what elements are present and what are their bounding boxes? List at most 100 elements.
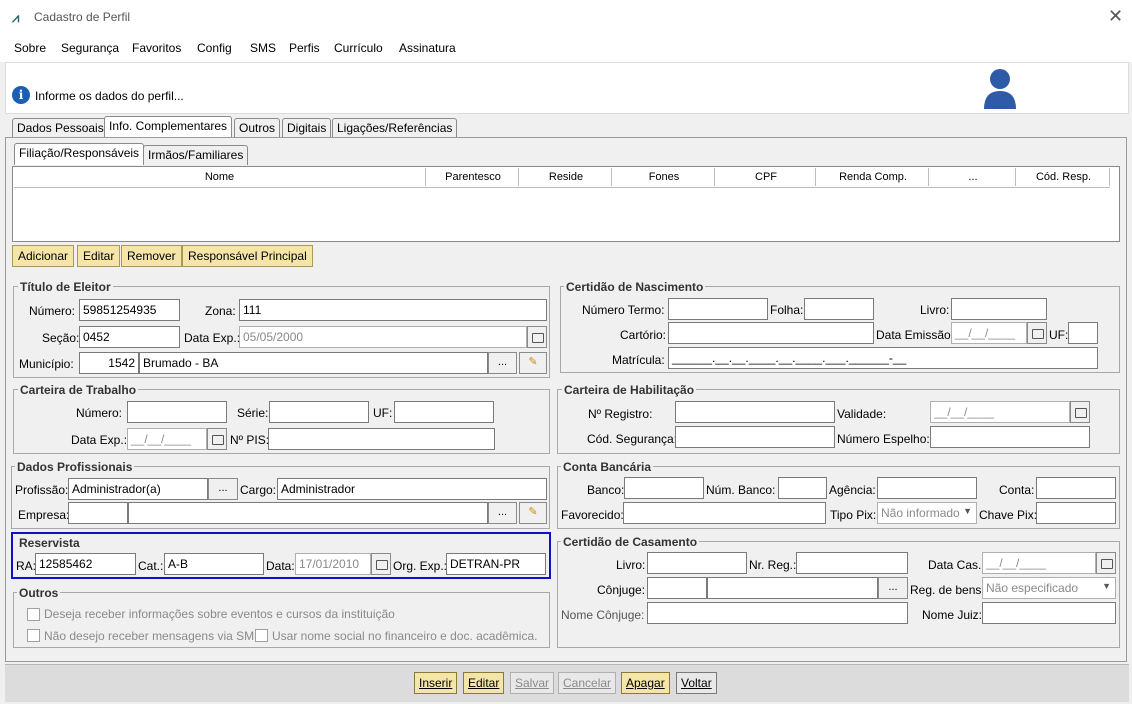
- reservista-title: Reservista: [19, 536, 80, 550]
- cn-livro-input[interactable]: [951, 298, 1047, 320]
- remover-button[interactable]: Remover: [121, 245, 182, 267]
- cb-num-banco-input[interactable]: [778, 477, 827, 499]
- cn-uf-input[interactable]: [1068, 322, 1098, 344]
- cn-matricula-input[interactable]: ______.__.__.____.__.____.___.______-__: [668, 347, 1098, 369]
- cb-banco-label: Banco:: [587, 483, 625, 497]
- dp-profissao-ellipsis-button[interactable]: ...: [208, 478, 238, 500]
- tab-ligacoes-referencias[interactable]: Ligações/Referências: [332, 118, 458, 138]
- menu-curriculo[interactable]: Currículo: [334, 41, 383, 55]
- ct-pis-input[interactable]: [268, 428, 495, 450]
- inserir-button[interactable]: Inserir: [414, 672, 458, 694]
- menu-sms[interactable]: SMS: [250, 41, 276, 55]
- menu-favoritos[interactable]: Favoritos: [132, 41, 181, 55]
- opt-nome-social-checkbox[interactable]: [255, 629, 268, 642]
- ch-espelho-input[interactable]: [930, 426, 1090, 448]
- te-municipio-ellipsis-button[interactable]: ...: [488, 352, 517, 374]
- cc-nome-conjuge-label: Nome Cônjuge:: [561, 608, 645, 622]
- close-icon[interactable]: ✕: [1108, 6, 1123, 27]
- te-municipio-nome[interactable]: Brumado - BA: [139, 352, 488, 374]
- dp-empresa-codigo[interactable]: [68, 502, 128, 524]
- menu-config[interactable]: Config: [197, 41, 232, 55]
- col-renda[interactable]: Renda Comp.: [818, 168, 929, 186]
- cc-nr-reg-input[interactable]: [796, 552, 908, 574]
- col-reside[interactable]: Reside: [521, 168, 612, 186]
- cb-favorecido-input[interactable]: [623, 502, 826, 524]
- te-numero-input[interactable]: 59851254935: [79, 299, 180, 321]
- cc-conjuge-codigo[interactable]: [647, 577, 707, 599]
- opt-eventos-checkbox[interactable]: [27, 608, 40, 621]
- col-ellipsis[interactable]: ...: [931, 168, 1016, 186]
- col-cod-resp[interactable]: Cód. Resp.: [1018, 168, 1110, 186]
- cc-conjuge-ellipsis-button[interactable]: ...: [878, 577, 908, 599]
- ct-serie-input[interactable]: [269, 401, 369, 423]
- menu-seguranca[interactable]: Segurança: [61, 41, 119, 55]
- cn-calendar-icon[interactable]: [1027, 322, 1047, 344]
- editar-grid-button[interactable]: Editar: [77, 245, 121, 267]
- info-icon: i: [12, 86, 30, 104]
- menu-perfis[interactable]: Perfis: [289, 41, 320, 55]
- menu-sobre[interactable]: Sobre: [14, 41, 46, 55]
- subtab-irmaos[interactable]: Irmãos/Familiares: [143, 145, 249, 165]
- col-nome[interactable]: Nome: [14, 168, 426, 186]
- subtab-filiacao[interactable]: Filiação/Responsáveis: [14, 143, 145, 165]
- tab-outros[interactable]: Outros: [234, 118, 281, 138]
- te-zona-input[interactable]: 111: [239, 299, 547, 321]
- cc-calendar-icon[interactable]: [1096, 552, 1116, 574]
- rs-calendar-icon[interactable]: [371, 553, 391, 575]
- tab-digitais[interactable]: Digitais: [282, 118, 332, 138]
- te-municipio-codigo[interactable]: 1542: [79, 352, 139, 374]
- ch-validade-input[interactable]: __/__/____: [930, 401, 1070, 423]
- ct-serie-label: Série:: [237, 406, 269, 420]
- cc-data-cas-input[interactable]: __/__/____: [982, 552, 1096, 574]
- col-parentesco[interactable]: Parentesco: [428, 168, 519, 186]
- opt-sms-checkbox[interactable]: [27, 629, 40, 642]
- dp-profissao-input[interactable]: Administrador(a): [68, 478, 208, 500]
- rs-data-input[interactable]: 17/01/2010: [295, 553, 371, 575]
- cc-conjuge-nome[interactable]: [707, 577, 878, 599]
- dp-empresa-nome[interactable]: [128, 502, 488, 524]
- te-calendar-icon[interactable]: [527, 326, 547, 348]
- col-cpf[interactable]: CPF: [717, 168, 816, 186]
- responsavel-principal-button[interactable]: Responsável Principal: [182, 245, 313, 267]
- cc-livro-input[interactable]: [647, 552, 747, 574]
- cb-conta-input[interactable]: [1036, 477, 1116, 499]
- ct-uf-input[interactable]: [394, 401, 494, 423]
- col-fones[interactable]: Fones: [614, 168, 715, 186]
- salvar-button[interactable]: Salvar: [510, 672, 555, 694]
- cancelar-button[interactable]: Cancelar: [558, 672, 617, 694]
- menu-assinatura[interactable]: Assinatura: [399, 41, 456, 55]
- cb-banco-input[interactable]: [624, 477, 704, 499]
- tab-info-complementares[interactable]: Info. Complementares: [104, 116, 233, 138]
- ch-seguranca-input[interactable]: [675, 426, 835, 448]
- rs-cat-input[interactable]: A-B: [164, 553, 264, 575]
- adicionar-button[interactable]: Adicionar: [12, 245, 75, 267]
- te-municipio-edit-icon[interactable]: ✎: [519, 352, 547, 374]
- te-data-exp-input[interactable]: 05/05/2000: [239, 326, 527, 348]
- apagar-button[interactable]: Apagar: [621, 672, 670, 694]
- te-secao-input[interactable]: 0452: [79, 326, 180, 348]
- editar-button[interactable]: Editar: [463, 672, 505, 694]
- ct-calendar-icon[interactable]: [207, 428, 227, 450]
- dp-empresa-edit-icon[interactable]: ✎: [519, 502, 547, 524]
- tab-dados-pessoais[interactable]: Dados Pessoais: [12, 118, 109, 138]
- cc-reg-bens-select[interactable]: Não especificado ▼: [982, 577, 1116, 599]
- ct-data-exp-input[interactable]: __/__/____: [127, 428, 207, 450]
- dp-empresa-ellipsis-button[interactable]: ...: [488, 502, 517, 524]
- cb-chave-pix-input[interactable]: [1036, 502, 1116, 524]
- responsaveis-grid[interactable]: Nome Parentesco Reside Fones CPF Renda C…: [12, 166, 1120, 242]
- cc-nome-conjuge-input[interactable]: [647, 602, 908, 624]
- cn-folha-input[interactable]: [804, 298, 874, 320]
- cn-data-emissao-input[interactable]: __/__/____: [951, 322, 1027, 344]
- rs-ra-input[interactable]: 12585462: [35, 553, 136, 575]
- ch-registro-input[interactable]: [675, 401, 835, 423]
- rs-org-input[interactable]: DETRAN-PR: [446, 553, 546, 575]
- ct-numero-input[interactable]: [127, 401, 227, 423]
- cn-cartorio-input[interactable]: [668, 322, 874, 344]
- cb-tipo-pix-select[interactable]: Não informado ▼: [877, 502, 977, 524]
- cc-nome-juiz-input[interactable]: [982, 602, 1116, 624]
- cb-agencia-input[interactable]: [877, 477, 977, 499]
- voltar-button[interactable]: Voltar: [676, 672, 717, 694]
- ch-calendar-icon[interactable]: [1070, 401, 1090, 423]
- cn-numero-termo-input[interactable]: [668, 298, 768, 320]
- dp-cargo-input[interactable]: Administrador: [277, 478, 547, 500]
